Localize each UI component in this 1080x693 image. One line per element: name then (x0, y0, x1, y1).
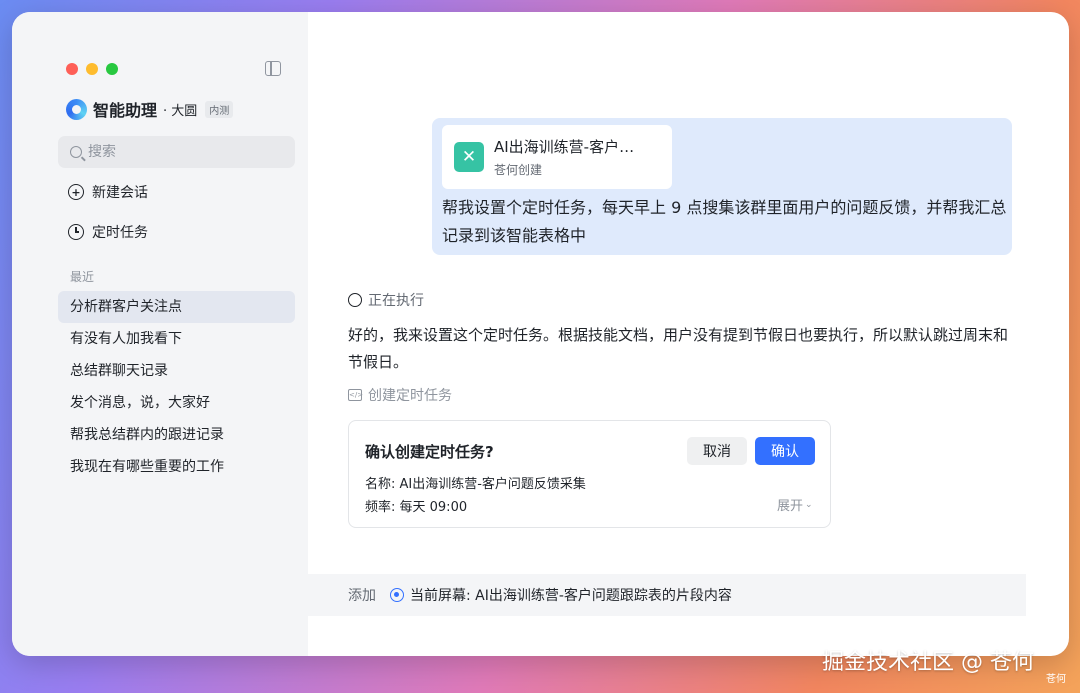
cancel-button[interactable]: 取消 (687, 437, 747, 465)
spreadsheet-icon: ✕ (454, 142, 484, 172)
recent-section-label: 最近 (70, 270, 95, 284)
expand-label: 展开 (777, 499, 804, 514)
history-item[interactable]: 分析群客户关注点 (58, 291, 295, 323)
target-icon (390, 588, 404, 602)
scheduled-tasks-label: 定时任务 (92, 225, 148, 241)
maximize-window-button[interactable] (106, 63, 118, 75)
status-text: 正在执行 (368, 293, 424, 309)
context-label: 当前屏幕: AI出海训练营-客户问题跟踪表的片段内容 (410, 588, 732, 604)
watermark: 掘金技术社区 @ 苍何 (822, 650, 1034, 675)
task-name-line: 名称: AI出海训练营-客户问题反馈采集 (365, 477, 586, 492)
assistant-reply: 好的，我来设置这个定时任务。根据技能文档，用户没有提到节假日也要执行，所以默认跳… (348, 326, 1009, 371)
beta-badge: 内测 (205, 100, 234, 118)
context-bar: 添加 当前屏幕: AI出海训练营-客户问题跟踪表的片段内容 (308, 574, 1026, 616)
user-message-text: 帮我设置个定时任务，每天早上 9 点搜集该群里面用户的问题反馈，并帮我汇总记录到… (442, 198, 1007, 245)
chevron-down-icon: ⌄ (805, 499, 813, 510)
tool-call-label: 创建定时任务 (368, 388, 452, 404)
history-list: 分析群客户关注点 有没有人加我看下 总结群聊天记录 发个消息，说，大家好 帮我总… (58, 291, 295, 483)
chat-area: ✕ AI出海训练营-客户… 苍何创建 帮我设置个定时任务，每天早上 9 点搜集该… (308, 54, 1026, 614)
close-window-button[interactable] (66, 63, 78, 75)
new-chat-label: 新建会话 (92, 185, 148, 201)
search-box[interactable] (58, 136, 295, 168)
code-icon: </> (348, 389, 364, 401)
history-item[interactable]: 有没有人加我看下 (58, 323, 295, 355)
execution-status: 正在执行 (348, 290, 424, 310)
sidebar: 智能助理 · 大圆 内测 + 新建会话 定时任务 最近 分析群客户关注点 有没有… (12, 12, 308, 656)
expand-button[interactable]: 展开 ⌄ (777, 495, 813, 514)
search-icon (70, 146, 82, 158)
brand: 智能助理 · 大圆 内测 (66, 97, 234, 121)
window-controls (66, 63, 118, 75)
confirm-button[interactable]: 确认 (755, 437, 815, 465)
add-context-button[interactable]: 添加 (348, 585, 376, 605)
app-window: 智能助理 · 大圆 内测 + 新建会话 定时任务 最近 分析群客户关注点 有没有… (12, 12, 1069, 656)
clock-icon (68, 224, 84, 240)
confirm-task-card: 确认创建定时任务? 取消 确认 名称: AI出海训练营-客户问题反馈采集 频率:… (348, 420, 831, 528)
search-input[interactable] (88, 144, 268, 160)
attached-file-card[interactable]: ✕ AI出海训练营-客户… 苍何创建 (442, 125, 672, 189)
assistant-logo-icon (66, 98, 87, 120)
history-item[interactable]: 发个消息，说，大家好 (58, 387, 295, 419)
tool-call-indicator[interactable]: </> 创建定时任务 (348, 385, 452, 405)
task-frequency-line: 频率: 每天 09:00 (365, 500, 468, 515)
file-title: AI出海训练营-客户… (494, 138, 635, 156)
watermark-small: 苍何 (1046, 674, 1066, 685)
plus-circle-icon: + (68, 184, 84, 200)
user-message-bubble: ✕ AI出海训练营-客户… 苍何创建 帮我设置个定时任务，每天早上 9 点搜集该… (432, 118, 1012, 255)
file-creator: 苍何创建 (494, 163, 543, 177)
confirm-title: 确认创建定时任务? (365, 443, 494, 461)
sidebar-toggle-icon[interactable] (265, 61, 281, 76)
scheduled-tasks-button[interactable]: 定时任务 (68, 222, 148, 242)
history-item[interactable]: 我现在有哪些重要的工作 (58, 451, 295, 483)
new-chat-button[interactable]: + 新建会话 (68, 182, 148, 202)
history-item[interactable]: 总结群聊天记录 (58, 355, 295, 387)
brand-name: 智能助理 (93, 101, 158, 120)
minimize-window-button[interactable] (86, 63, 98, 75)
history-item[interactable]: 帮我总结群内的跟进记录 (58, 419, 295, 451)
progress-ring-icon (348, 293, 362, 307)
brand-subtitle: · 大圆 (163, 103, 198, 119)
current-screen-context[interactable]: 当前屏幕: AI出海训练营-客户问题跟踪表的片段内容 (390, 585, 732, 605)
